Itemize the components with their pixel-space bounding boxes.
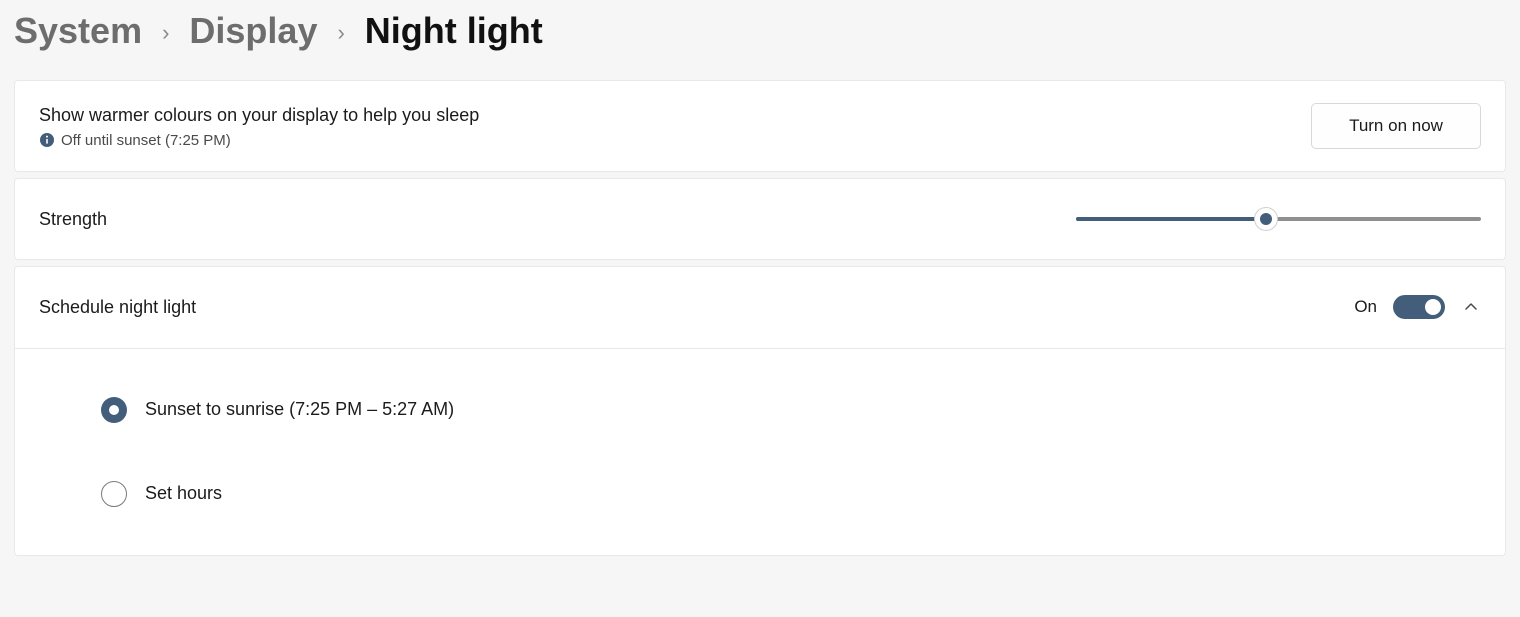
schedule-option-set-hours-label: Set hours <box>145 483 222 504</box>
strength-card: Strength <box>14 178 1506 260</box>
schedule-state-label: On <box>1354 297 1377 317</box>
radio-selected-icon <box>101 397 127 423</box>
radio-unselected-icon <box>101 481 127 507</box>
nightlight-description-block: Show warmer colours on your display to h… <box>39 103 479 148</box>
slider-thumb[interactable] <box>1254 207 1278 231</box>
info-icon <box>39 132 55 148</box>
schedule-options: Sunset to sunrise (7:25 PM – 5:27 AM) Se… <box>15 348 1505 555</box>
breadcrumb-display[interactable]: Display <box>189 10 317 52</box>
schedule-label: Schedule night light <box>39 295 196 319</box>
slider-fill <box>1076 217 1266 221</box>
nightlight-status-card: Show warmer colours on your display to h… <box>14 80 1506 172</box>
nightlight-status-text: Off until sunset (7:25 PM) <box>61 132 231 149</box>
schedule-option-sunset[interactable]: Sunset to sunrise (7:25 PM – 5:27 AM) <box>101 379 1481 441</box>
chevron-right-icon: › <box>162 20 169 46</box>
schedule-card: Schedule night light On Sunset to sunris… <box>14 266 1506 555</box>
schedule-option-set-hours[interactable]: Set hours <box>101 463 1481 525</box>
nightlight-status: Off until sunset (7:25 PM) <box>39 132 479 149</box>
chevron-right-icon: › <box>337 20 344 46</box>
chevron-up-icon <box>1464 300 1478 314</box>
nightlight-description: Show warmer colours on your display to h… <box>39 103 479 127</box>
turn-on-now-button[interactable]: Turn on now <box>1311 103 1481 149</box>
breadcrumb-current: Night light <box>365 10 543 52</box>
breadcrumb: System › Display › Night light <box>14 0 1506 80</box>
collapse-button[interactable] <box>1461 297 1481 317</box>
strength-slider[interactable] <box>1076 217 1481 221</box>
schedule-option-sunset-label: Sunset to sunrise (7:25 PM – 5:27 AM) <box>145 399 454 420</box>
schedule-toggle[interactable] <box>1393 295 1445 319</box>
strength-label: Strength <box>39 207 107 231</box>
breadcrumb-system[interactable]: System <box>14 10 142 52</box>
